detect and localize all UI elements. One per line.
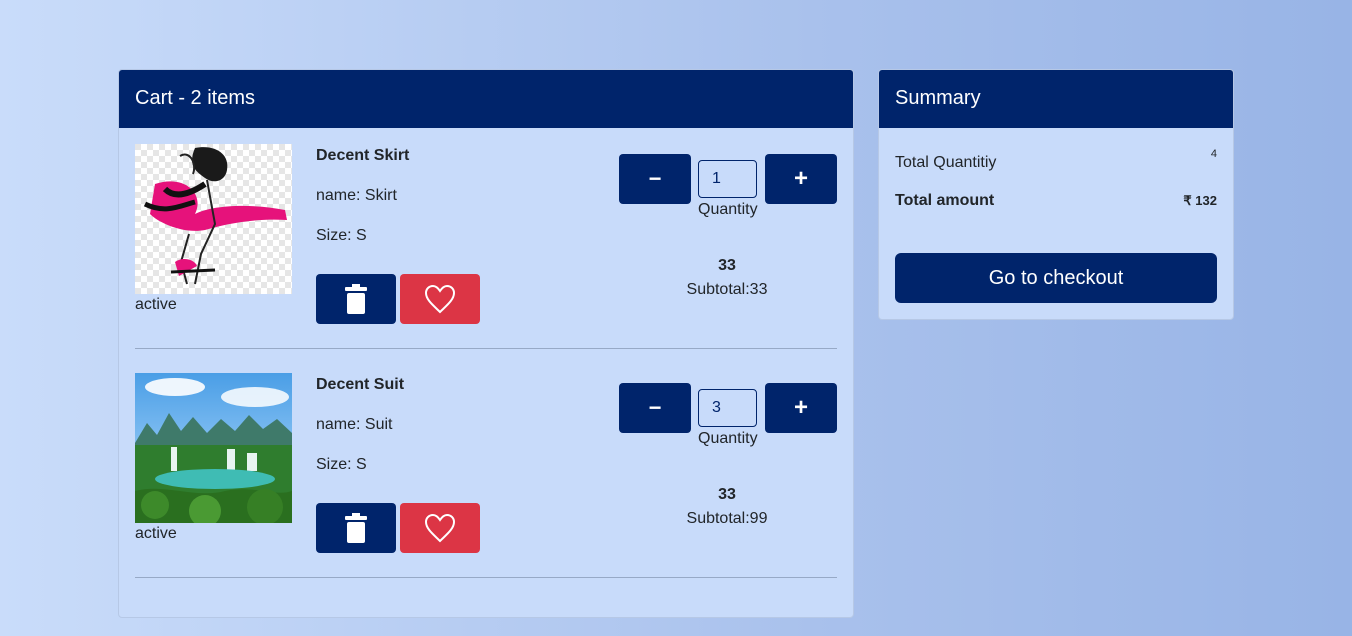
trash-icon xyxy=(345,284,367,314)
minus-icon: − xyxy=(648,395,662,420)
total-quantity-value: 4 xyxy=(1210,148,1217,160)
wishlist-button[interactable] xyxy=(400,274,480,324)
decrease-quantity-button[interactable]: − xyxy=(619,383,691,433)
wishlist-button[interactable] xyxy=(400,503,480,553)
checkout-button[interactable]: Go to checkout xyxy=(895,253,1217,303)
product-status: active xyxy=(135,296,177,313)
delete-button[interactable] xyxy=(316,274,396,324)
quantity-input[interactable] xyxy=(698,160,757,198)
product-name: Decent Skirt xyxy=(316,147,410,164)
total-amount-label: Total amount xyxy=(895,192,995,209)
cart-card: Cart - 2 items active Decent Skirt name:… xyxy=(118,69,854,618)
item-subtotal: Subtotal:33 xyxy=(686,281,768,298)
cart-title: Cart - 2 items xyxy=(119,70,853,128)
unit-price: 33 xyxy=(718,486,736,503)
product-field-name: name: Skirt xyxy=(316,187,397,204)
plus-icon: + xyxy=(793,165,808,192)
minus-icon: − xyxy=(648,166,662,191)
heart-icon xyxy=(424,284,456,314)
heart-icon xyxy=(424,513,456,543)
decrease-quantity-button[interactable]: − xyxy=(619,154,691,204)
total-amount-value: ₹ 132 xyxy=(1183,193,1217,208)
item-subtotal: Subtotal:99 xyxy=(686,510,768,527)
product-name: Decent Suit xyxy=(316,376,405,393)
increase-quantity-button[interactable]: + xyxy=(765,383,837,433)
total-quantity-label: Total Quantitiy xyxy=(895,154,997,171)
quantity-input[interactable] xyxy=(698,389,757,427)
plus-icon: + xyxy=(793,394,808,421)
increase-quantity-button[interactable]: + xyxy=(765,154,837,204)
product-size: Size: S xyxy=(316,456,367,473)
unit-price: 33 xyxy=(718,257,736,274)
trash-icon xyxy=(345,513,367,543)
product-size: Size: S xyxy=(316,227,367,244)
product-image[interactable] xyxy=(135,373,292,523)
product-status: active xyxy=(135,525,177,542)
summary-card: Summary Total Quantitiy 4 Total amount ₹… xyxy=(878,69,1234,320)
summary-title: Summary xyxy=(879,70,1233,128)
cart-item: active Decent Suit name: Suit Size: S − … xyxy=(135,373,837,578)
product-field-name: name: Suit xyxy=(316,416,393,433)
quantity-label: Quantity xyxy=(698,201,758,218)
cart-item: active Decent Skirt name: Skirt Size: S … xyxy=(135,144,837,349)
delete-button[interactable] xyxy=(316,503,396,553)
product-image[interactable] xyxy=(135,144,292,294)
quantity-label: Quantity xyxy=(698,430,758,447)
